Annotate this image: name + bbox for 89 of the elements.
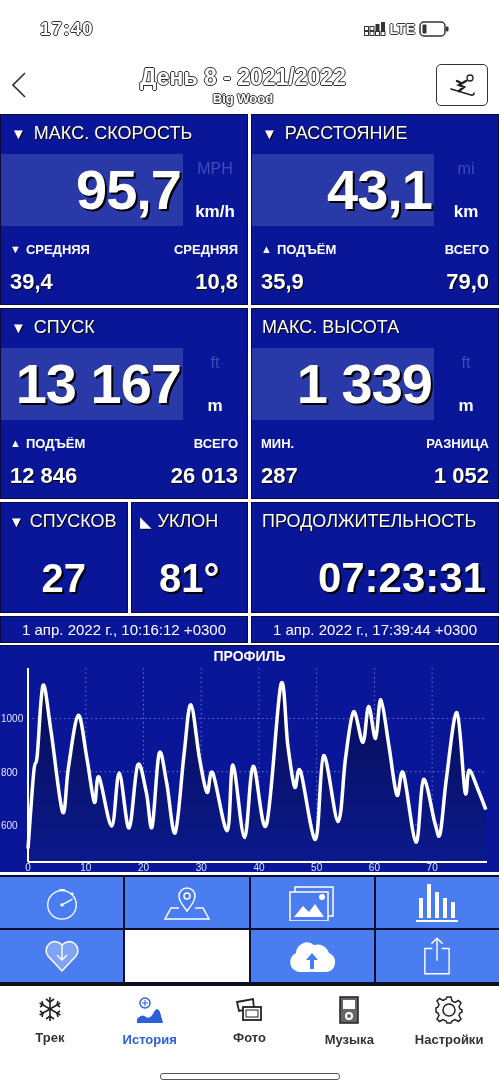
stat-value: 1 339 bbox=[252, 348, 434, 420]
axis-tick-label: 60 bbox=[368, 862, 380, 872]
unit-label[interactable]: km bbox=[453, 202, 479, 222]
stat-label: СРЕДНЯЯ bbox=[173, 242, 238, 257]
stat-label: СРЕДНЯЯ bbox=[25, 242, 90, 257]
share-icon bbox=[423, 936, 452, 976]
bar-chart-icon bbox=[414, 883, 461, 922]
settings-icon bbox=[435, 996, 464, 1024]
stat-value: 26 013 bbox=[170, 463, 238, 489]
panel-title: МАКС. СКОРОСТЬ bbox=[33, 122, 193, 144]
triangle-icon: ▼ bbox=[10, 244, 21, 255]
action-button[interactable] bbox=[0, 877, 124, 928]
action-button[interactable] bbox=[0, 930, 124, 982]
stat-value: 95,7 bbox=[1, 154, 183, 226]
map-pin-icon bbox=[163, 884, 210, 921]
status-time: 17:40 bbox=[40, 18, 94, 41]
panel-title: МАКС. ВЫСОТА bbox=[262, 316, 400, 338]
axis-tick-label: 70 bbox=[426, 862, 438, 872]
stat-value: 287 bbox=[261, 463, 298, 489]
stat-value: 43,1 bbox=[252, 154, 434, 226]
date-label: 1 апр. 2022 г., 17:39:44 +0300 bbox=[251, 616, 499, 643]
triangle-icon: ◣ bbox=[139, 513, 152, 529]
unit-label[interactable]: m bbox=[207, 396, 223, 416]
stat-label: ВСЕГО bbox=[193, 436, 238, 451]
stat-value: 39,4 bbox=[10, 269, 54, 295]
tab-item[interactable]: Трек bbox=[4, 996, 95, 1047]
stat-value: 13 167 bbox=[1, 348, 183, 420]
signal-icon bbox=[363, 22, 386, 37]
action-button[interactable] bbox=[375, 877, 499, 928]
panel-title: УКЛОН bbox=[157, 510, 219, 532]
panel-title: СПУСК bbox=[33, 316, 95, 338]
stat-value: 27 bbox=[40, 554, 87, 602]
triangle-icon: ▼ bbox=[11, 125, 26, 141]
unit-label[interactable]: km/h bbox=[195, 202, 235, 222]
stat-value: 1 052 bbox=[433, 463, 489, 489]
network-label: LTE bbox=[389, 21, 415, 38]
action-button[interactable] bbox=[125, 877, 249, 928]
axis-tick-label: 10 bbox=[80, 862, 92, 872]
heart-download-icon bbox=[43, 939, 80, 973]
page-title: День 8 - 2021/2022 bbox=[140, 64, 346, 92]
action-button[interactable] bbox=[250, 930, 374, 982]
axis-tick-label: 600 bbox=[1, 819, 18, 831]
music-player-icon bbox=[339, 996, 360, 1024]
tab-item[interactable]: Музыка bbox=[304, 996, 395, 1047]
photos-icon bbox=[235, 996, 264, 1022]
stat-value: 10,8 bbox=[195, 269, 238, 295]
battery-icon bbox=[419, 21, 449, 38]
cloud-upload-icon bbox=[287, 939, 338, 973]
back-icon bbox=[12, 72, 26, 99]
axis-tick-label: 40 bbox=[253, 862, 265, 872]
triangle-icon: ▼ bbox=[262, 125, 277, 141]
home-indicator[interactable] bbox=[159, 1073, 340, 1080]
tab-item[interactable]: Фото bbox=[204, 996, 295, 1047]
skier-button[interactable] bbox=[436, 64, 488, 107]
stat-value: 81° bbox=[158, 554, 221, 602]
photos-icon bbox=[289, 884, 336, 921]
stat-value: 12 846 bbox=[10, 463, 79, 489]
triangle-icon: ▼ bbox=[11, 319, 26, 335]
stat-value: 07:23:31 bbox=[316, 553, 487, 603]
tab-item[interactable]: Настройки bbox=[404, 996, 495, 1047]
axis-tick-label: 0 bbox=[25, 862, 31, 872]
axis-tick-label: 800 bbox=[1, 766, 18, 778]
action-button[interactable] bbox=[250, 877, 374, 928]
stat-label: ВСЕГО bbox=[444, 242, 489, 257]
skier-icon bbox=[447, 72, 477, 99]
stat-label: РАЗНИЦА bbox=[426, 436, 489, 451]
stat-label: ПОДЪЁМ bbox=[25, 436, 86, 451]
triangle-icon: ▼ bbox=[9, 513, 24, 529]
axis-tick-label: 30 bbox=[195, 862, 207, 872]
stat-label: МИН. bbox=[261, 436, 295, 451]
stat-label: ПОДЪЁМ bbox=[276, 242, 337, 257]
triangle-icon: ▲ bbox=[261, 244, 272, 255]
page-subtitle: Big Wood bbox=[212, 91, 274, 107]
panel-title: СПУСКОВ bbox=[29, 510, 117, 532]
panel-title: РАССТОЯНИЕ bbox=[284, 122, 408, 144]
tab-item[interactable]: История bbox=[104, 996, 195, 1047]
unit-label[interactable]: m bbox=[458, 396, 474, 416]
axis-tick-label: 20 bbox=[137, 862, 150, 872]
stat-value: 35,9 bbox=[261, 269, 305, 295]
snowflake-mountain-icon bbox=[135, 996, 164, 1024]
axis-tick-label: 50 bbox=[311, 862, 323, 872]
triangle-icon: ▲ bbox=[10, 438, 21, 449]
snowflake-icon bbox=[36, 996, 63, 1022]
panel-title: ПРОДОЛЖИТЕЛЬНОСТЬ bbox=[262, 510, 477, 532]
stat-value: 79,0 bbox=[446, 269, 489, 295]
axis-tick-label: 1000 bbox=[1, 713, 24, 725]
chart-title: ПРОФИЛЬ bbox=[212, 647, 287, 666]
date-label: 1 апр. 2022 г., 10:16:12 +0300 bbox=[0, 616, 248, 643]
action-button[interactable] bbox=[375, 930, 499, 982]
